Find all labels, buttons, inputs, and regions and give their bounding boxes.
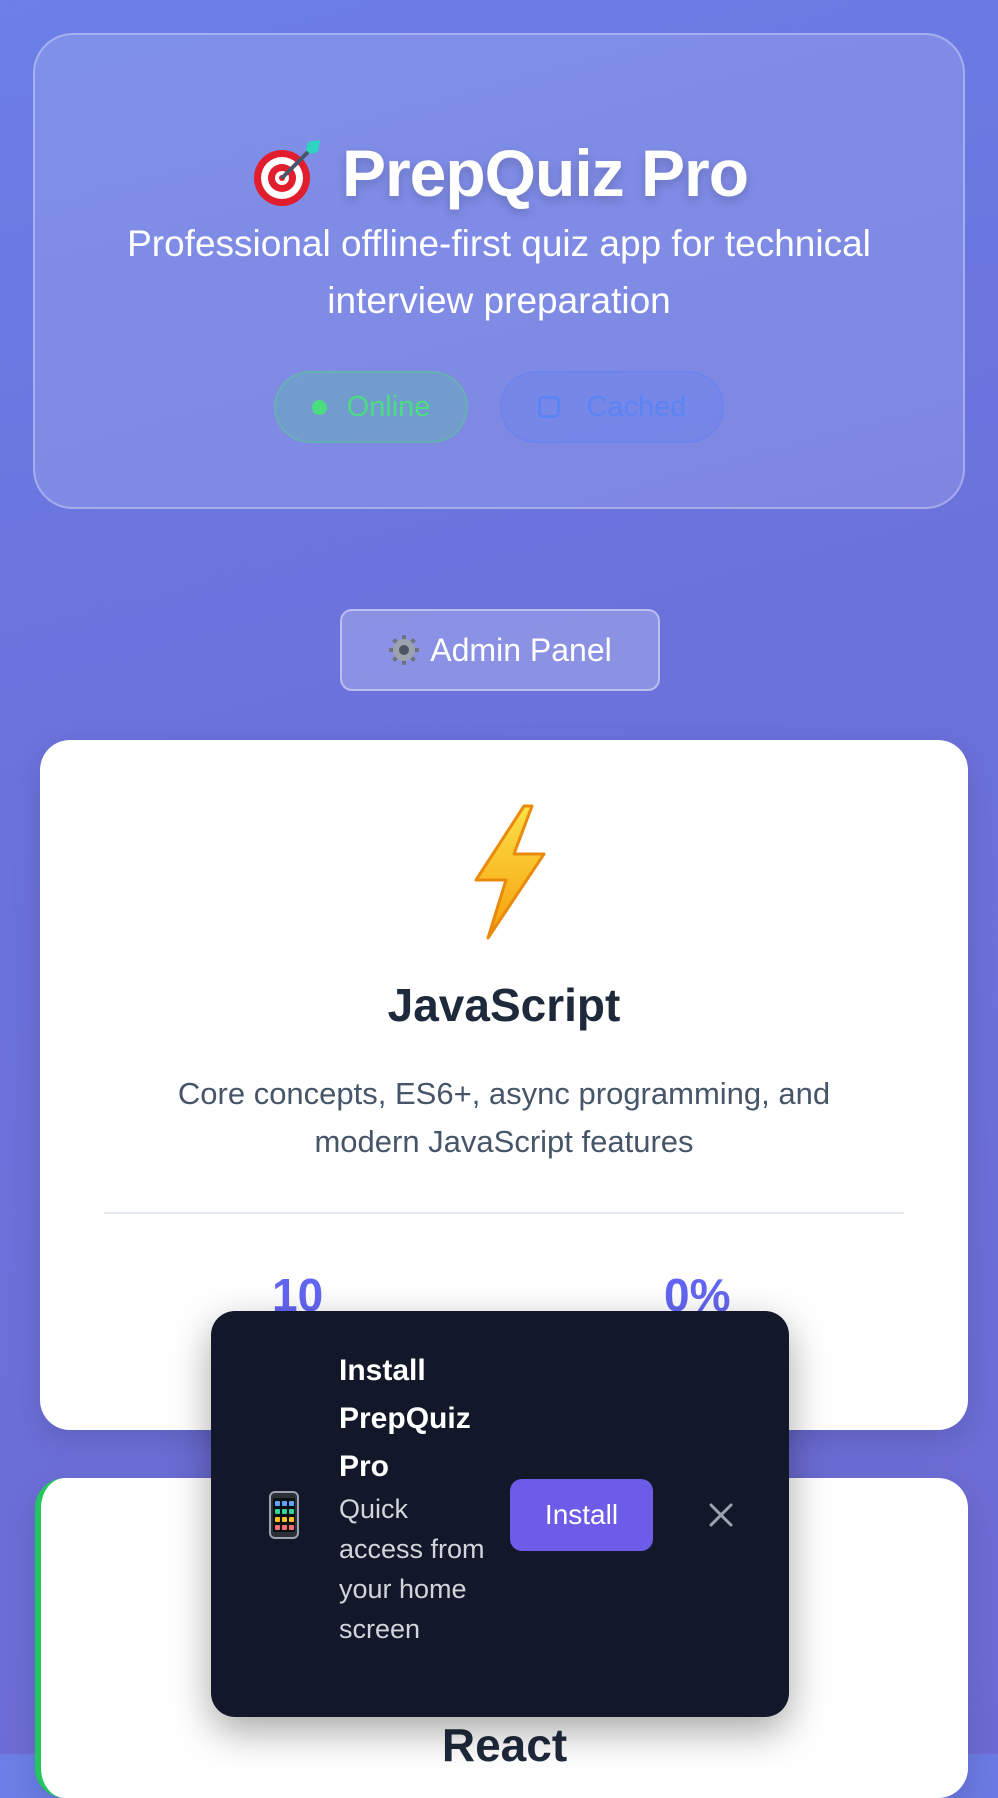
- install-title: Install PrepQuiz Pro: [339, 1354, 471, 1483]
- admin-panel-button[interactable]: Admin Panel: [340, 609, 660, 691]
- install-subtitle: Quick access from your home screen: [339, 1494, 485, 1644]
- app-subtitle: Professional offline-first quiz app for …: [127, 223, 871, 321]
- quiz-description: Core concepts, ES6+, async programming, …: [177, 1076, 831, 1159]
- quiz-title: JavaScript: [387, 979, 621, 1031]
- install-prompt: Install PrepQuiz Pro Quick access from y…: [211, 1311, 789, 1717]
- gear-icon: [389, 635, 420, 665]
- status-pills: Online Cached: [35, 371, 963, 443]
- lightning-icon: [474, 804, 546, 940]
- online-status-badge: Online: [273, 371, 469, 443]
- online-label: Online: [346, 390, 431, 423]
- cached-label: Cached: [586, 390, 687, 423]
- online-dot-icon: [311, 399, 327, 415]
- cached-status-badge: Cached: [500, 371, 725, 443]
- header-card: PrepQuiz Pro Professional offline-first …: [33, 33, 965, 509]
- target-dart-icon: [253, 140, 320, 206]
- title-row: PrepQuiz Pro: [35, 135, 963, 211]
- app-title: PrepQuiz Pro: [341, 136, 749, 210]
- admin-panel-label: Admin Panel: [430, 631, 612, 668]
- cache-box-icon: [538, 396, 561, 418]
- close-icon[interactable]: [703, 1497, 739, 1533]
- card-divider: [104, 1212, 904, 1214]
- quiz-title: React: [441, 1719, 568, 1771]
- mobile-phone-icon: [269, 1491, 299, 1539]
- install-button[interactable]: Install: [510, 1479, 653, 1551]
